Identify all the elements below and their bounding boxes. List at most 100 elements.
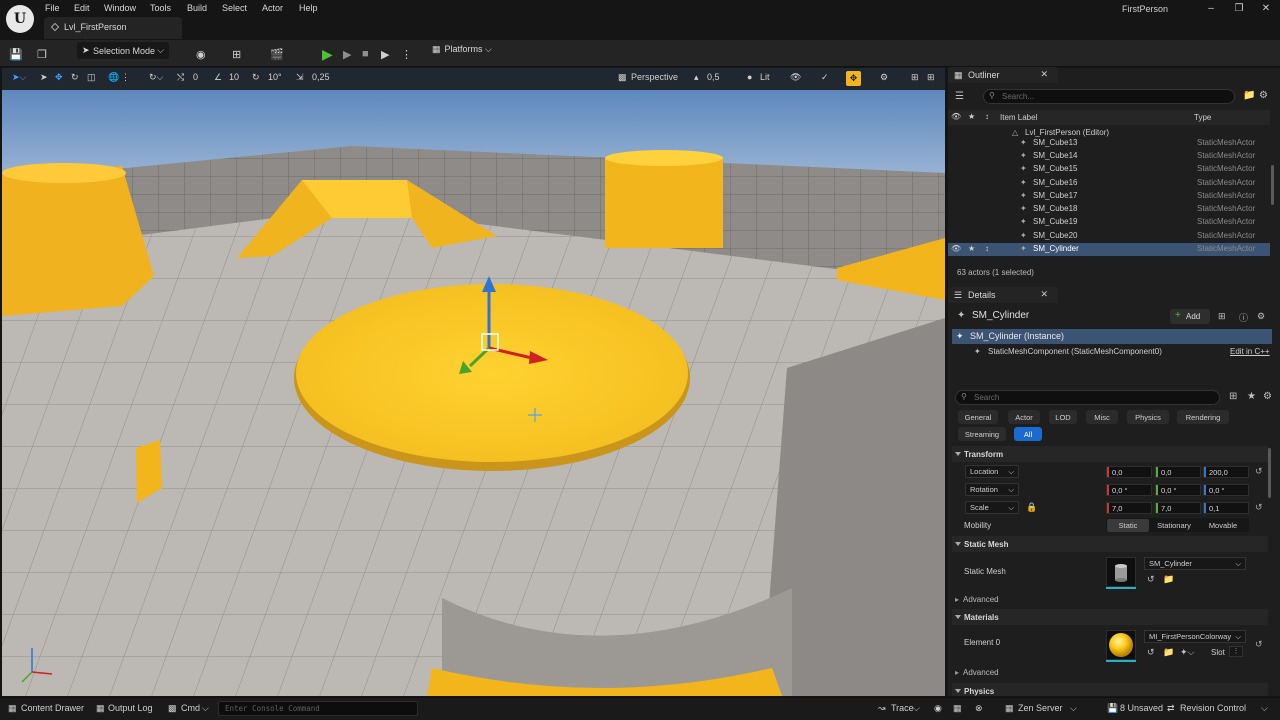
realtime-icon[interactable]: ✓ xyxy=(821,72,829,86)
list-item[interactable]: ✦ SM_Cube20 StaticMeshActor xyxy=(948,230,1270,243)
level-viewport[interactable] xyxy=(2,68,945,696)
close-window-icon[interactable]: ✕ xyxy=(1258,2,1274,14)
mobility-stationary[interactable]: Stationary xyxy=(1151,519,1197,532)
grid-view-icon[interactable]: ⊞ xyxy=(1229,391,1237,402)
category-rendering[interactable]: Rendering xyxy=(1177,410,1229,424)
location-dropdown[interactable]: Location ⌵ xyxy=(965,465,1019,478)
browse-icon[interactable]: 📁 xyxy=(1163,647,1174,658)
select-tool-icon[interactable]: ➤⌵ xyxy=(12,72,26,86)
grid-snap-icon[interactable]: ⤭ xyxy=(177,72,184,86)
rotation-dropdown[interactable]: Rotation ⌵ xyxy=(965,483,1019,496)
pin-icon[interactable]: ↕ xyxy=(985,244,989,253)
list-item[interactable]: ✦ SM_Cube17 StaticMeshActor xyxy=(948,190,1270,203)
translate-icon[interactable]: ✥ xyxy=(55,72,63,86)
more-options-icon[interactable]: ⋮ xyxy=(121,72,130,86)
actor-name[interactable]: SM_Cylinder xyxy=(972,310,1029,321)
scale-dropdown[interactable]: Scale ⌵ xyxy=(965,501,1019,514)
outliner-search-input[interactable]: ⚲ Search... xyxy=(983,89,1235,104)
details-search-input[interactable]: ⚲ Search xyxy=(955,390,1220,405)
viewport-sidebar-icon[interactable]: ⊞ xyxy=(911,72,919,86)
blueprint-icon[interactable]: ⊞ xyxy=(232,44,241,64)
materials-section[interactable]: Materials xyxy=(952,609,1268,625)
minimize-icon[interactable]: – xyxy=(1203,2,1219,14)
platforms-button[interactable]: ▦ Platforms ⌵ xyxy=(432,44,492,55)
favorite-icon[interactable]: ★ xyxy=(1247,391,1256,402)
details-options-icon[interactable]: ⚙ xyxy=(1263,391,1272,402)
slot-dropdown[interactable]: ⋮ xyxy=(1229,646,1243,657)
play-icon[interactable]: ▶ xyxy=(322,44,333,64)
selection-mode-dropdown[interactable]: ➤ Selection Mode ⌵ xyxy=(77,42,169,59)
rotation-y[interactable]: 0,0 ° xyxy=(1155,484,1201,496)
favorite-icon[interactable]: ★ xyxy=(968,112,975,121)
details-settings-icon[interactable]: ⚙ xyxy=(1257,311,1265,322)
perspective-dropdown[interactable]: Perspective xyxy=(631,72,678,86)
lit-icon[interactable]: ● xyxy=(747,72,752,86)
content-drawer-button[interactable]: Content Drawer xyxy=(21,703,84,713)
static-mesh-section[interactable]: Static Mesh xyxy=(952,536,1268,552)
list-item[interactable]: ✦ SM_Cube15 StaticMeshActor xyxy=(948,163,1270,176)
snap-toggle-icon[interactable]: ✥ xyxy=(846,71,861,86)
angle-snap-icon[interactable]: ↻ xyxy=(252,72,260,86)
reset-location-icon[interactable]: ↺ xyxy=(1255,466,1263,477)
cinematics-icon[interactable]: 🎬 xyxy=(270,44,284,64)
category-physics[interactable]: Physics xyxy=(1127,410,1169,424)
record-icon[interactable]: ◉ xyxy=(934,703,942,714)
camera-icon[interactable]: ▩ xyxy=(618,72,627,86)
category-misc[interactable]: Misc xyxy=(1086,410,1118,424)
revision-control-button[interactable]: Revision Control xyxy=(1180,703,1246,713)
menu-file[interactable]: File xyxy=(45,3,60,13)
unsaved-button[interactable]: 8 Unsaved xyxy=(1120,703,1163,713)
step-icon[interactable]: ▶ xyxy=(343,44,351,64)
category-streaming[interactable]: Streaming xyxy=(958,427,1006,441)
outliner-scrollbar[interactable] xyxy=(1271,165,1274,205)
show-flags-icon[interactable]: 👁 xyxy=(790,72,801,86)
content-browser-icon[interactable]: ❒ xyxy=(37,44,47,64)
select-arrow-icon[interactable]: ➤ xyxy=(40,72,48,86)
console-input[interactable]: Enter Console Command xyxy=(218,701,418,716)
cmd-dropdown[interactable]: Cmd xyxy=(181,703,200,713)
use-selected-icon[interactable]: ↺ xyxy=(1147,574,1155,585)
save-icon[interactable]: 💾 xyxy=(9,44,23,64)
component-instance[interactable]: ✦ SM_Cylinder (Instance) xyxy=(952,329,1272,344)
static-mesh-thumbnail[interactable] xyxy=(1106,557,1136,587)
transform-section[interactable]: Transform xyxy=(952,446,1268,462)
advanced-expander[interactable]: Advanced xyxy=(955,595,999,604)
world-space-icon[interactable]: 🌐 xyxy=(108,72,119,86)
eject-icon[interactable]: ▶ xyxy=(381,44,389,64)
rotation-x[interactable]: 0,0 ° xyxy=(1106,484,1152,496)
list-item[interactable]: ✦ SM_Cube18 StaticMeshActor xyxy=(948,203,1270,216)
tab-details[interactable]: ☰ Details ✕ xyxy=(948,287,1058,303)
menu-window[interactable]: Window xyxy=(104,3,136,13)
category-general[interactable]: General xyxy=(958,410,998,424)
settings-icon[interactable]: ⚙ xyxy=(880,72,888,86)
edit-in-cpp-link[interactable]: Edit in C++ xyxy=(1230,347,1270,356)
rotate-snap-value[interactable]: 10 xyxy=(229,72,239,86)
snapshot-icon[interactable]: ▦ xyxy=(953,703,962,714)
list-item[interactable]: ✦ SM_Cube19 StaticMeshActor xyxy=(948,216,1270,229)
category-actor[interactable]: Actor xyxy=(1008,410,1040,424)
material-picker[interactable]: MI_FirstPersonColorway ⌵ xyxy=(1144,630,1246,643)
scale-snap-icon[interactable]: ⇲ xyxy=(296,72,304,86)
add-component-button[interactable]: + Add xyxy=(1170,309,1210,324)
scale-y[interactable]: 7,0 xyxy=(1155,502,1201,514)
static-mesh-picker[interactable]: SM_Cylinder ⌵ xyxy=(1144,557,1246,570)
add-content-icon[interactable]: ◉ xyxy=(196,44,206,64)
physics-section[interactable]: Physics xyxy=(952,683,1268,696)
stop-icon[interactable]: ■ xyxy=(362,44,369,64)
scale-x[interactable]: 7,0 xyxy=(1106,502,1152,514)
scale-icon[interactable]: ◫ xyxy=(87,72,96,86)
visibility-icon[interactable]: 👁 xyxy=(951,112,961,121)
rotate-snap-icon[interactable]: ∠ xyxy=(214,72,222,86)
fov-value[interactable]: 0,5 xyxy=(707,72,720,86)
mobility-movable[interactable]: Movable xyxy=(1198,519,1248,532)
menu-actor[interactable]: Actor xyxy=(262,3,283,13)
browse-icon[interactable]: 📁 xyxy=(1163,574,1174,585)
favorite-icon[interactable]: ★ xyxy=(968,244,975,253)
outliner-settings-icon[interactable]: ⚙ xyxy=(1259,90,1268,101)
col-item-label[interactable]: Item Label xyxy=(1000,113,1037,122)
menu-select[interactable]: Select xyxy=(222,3,247,13)
menu-build[interactable]: Build xyxy=(187,3,207,13)
fov-icon[interactable]: ▴ xyxy=(694,72,699,86)
rotate-icon[interactable]: ↻ xyxy=(71,72,79,86)
zen-server-button[interactable]: Zen Server xyxy=(1018,703,1063,713)
